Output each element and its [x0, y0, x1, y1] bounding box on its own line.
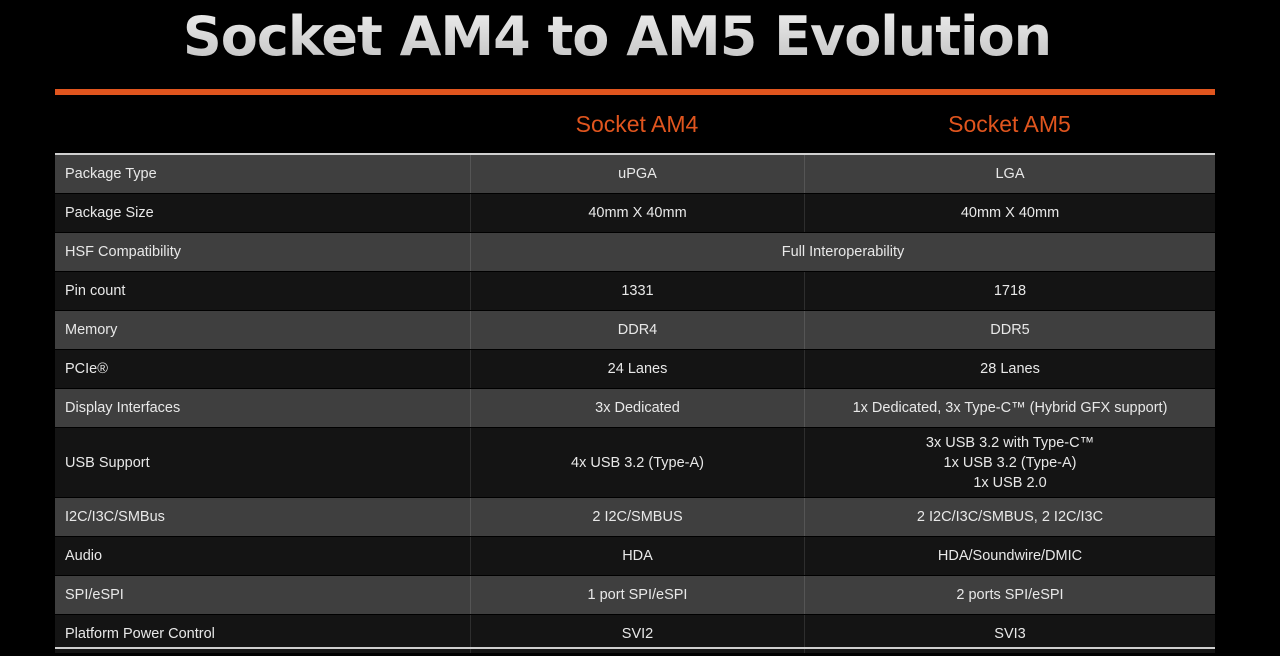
am5-value: 2 ports SPI/eSPI [804, 576, 1215, 614]
table-row: I2C/I3C/SMBus 2 I2C/SMBUS 2 I2C/I3C/SMBU… [55, 498, 1215, 537]
row-label: Audio [65, 548, 103, 564]
am5-value: 2 I2C/I3C/SMBUS, 2 I2C/I3C [804, 498, 1215, 536]
am5-usb-line: 3x USB 3.2 with Type-C™ [925, 434, 1095, 451]
am4-value: 1331 [470, 272, 804, 310]
am5-value: 1x Dedicated, 3x Type-C™ (Hybrid GFX sup… [804, 389, 1215, 427]
row-label: I2C/I3C/SMBus [65, 509, 165, 525]
row-label: Display Interfaces [65, 400, 181, 416]
am4-value: 2 I2C/SMBUS [470, 498, 804, 536]
am5-value: 1718 [804, 272, 1215, 310]
am4-value: HDA [470, 537, 804, 575]
table-row: Pin count 1331 1718 [55, 272, 1215, 311]
am4-value: DDR4 [470, 311, 804, 349]
row-label: SPI/eSPI [65, 587, 124, 603]
accent-divider [55, 89, 1215, 95]
row-label: HSF Compatibility [65, 244, 182, 260]
column-header-am4: Socket AM4 [575, 111, 699, 137]
am5-usb-line: 1x USB 2.0 [973, 474, 1047, 491]
row-label: Package Size [65, 205, 154, 221]
table-row: Package Type uPGA LGA [55, 155, 1215, 194]
am4-value: 1 port SPI/eSPI [470, 576, 804, 614]
am5-value: DDR5 [804, 311, 1215, 349]
am5-value: 28 Lanes [804, 350, 1215, 388]
table-row: Display Interfaces 3x Dedicated 1x Dedic… [55, 389, 1215, 428]
am5-value: 40mm X 40mm [804, 194, 1215, 232]
am4-value: 24 Lanes [470, 350, 804, 388]
am5-usb-line: 1x USB 3.2 (Type-A) [943, 454, 1077, 471]
am5-value: LGA [804, 155, 1215, 193]
table-row: PCIe® 24 Lanes 28 Lanes [55, 350, 1215, 389]
table-row: Audio HDA HDA/Soundwire/DMIC [55, 537, 1215, 576]
page-title: Socket AM4 to AM5 Evolution [0, 2, 1234, 72]
am5-value: 3x USB 3.2 with Type-C™ 1x USB 3.2 (Type… [804, 428, 1215, 497]
table-row: HSF Compatibility Full Interoperability [55, 233, 1215, 272]
table-row: SPI/eSPI 1 port SPI/eSPI 2 ports SPI/eSP… [55, 576, 1215, 615]
am4-value: 40mm X 40mm [470, 194, 804, 232]
column-header-am5: Socket AM5 [948, 111, 1071, 137]
am5-value: HDA/Soundwire/DMIC [804, 537, 1215, 575]
am4-value: 3x Dedicated [470, 389, 804, 427]
row-label: Pin count [65, 283, 126, 299]
footer-divider [55, 647, 1215, 649]
comparison-table: Package Type uPGA LGA Package Size 40mm … [55, 155, 1215, 654]
row-label: Memory [65, 322, 118, 338]
am4-value: uPGA [470, 155, 804, 193]
am4-value: 4x USB 3.2 (Type-A) [470, 428, 804, 497]
row-label: USB Support [65, 454, 150, 471]
table-row: Memory DDR4 DDR5 [55, 311, 1215, 350]
table-row: Package Size 40mm X 40mm 40mm X 40mm [55, 194, 1215, 233]
shared-value: Full Interoperability [470, 233, 1215, 271]
row-label: PCIe® [65, 361, 108, 377]
row-label: Package Type [65, 166, 157, 182]
table-row: USB Support 4x USB 3.2 (Type-A) 3x USB 3… [55, 428, 1215, 498]
